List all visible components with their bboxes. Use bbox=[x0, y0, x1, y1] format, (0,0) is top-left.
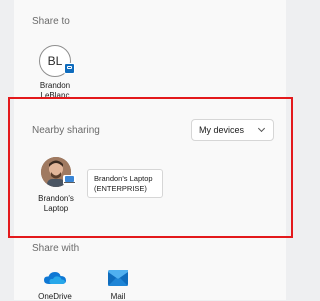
chevron-down-icon bbox=[257, 124, 266, 133]
device-tooltip: Brandon's Laptop (ENTERPRISE) bbox=[87, 169, 163, 198]
share-with-label: Share with bbox=[32, 243, 80, 254]
outlook-badge-icon bbox=[64, 63, 75, 74]
dropdown-value: My devices bbox=[199, 125, 245, 135]
share-to-label: Share to bbox=[32, 16, 70, 27]
mail-icon bbox=[108, 270, 128, 286]
contact-name-line1: Brandon bbox=[39, 81, 71, 90]
device-name-line2: Laptop bbox=[43, 204, 69, 213]
onedrive-icon bbox=[44, 272, 66, 284]
laptop-icon bbox=[63, 175, 76, 185]
nearby-sharing-dropdown[interactable]: My devices bbox=[191, 119, 274, 141]
tooltip-line1: Brandon's Laptop bbox=[94, 174, 153, 183]
avatar-initials: BL bbox=[47, 54, 63, 68]
device-name-line1: Brandon's bbox=[38, 194, 74, 203]
tooltip-line2: (ENTERPRISE) bbox=[94, 184, 147, 193]
device-name: Brandon's Laptop bbox=[28, 194, 84, 214]
nearby-sharing-label: Nearby sharing bbox=[32, 125, 100, 136]
